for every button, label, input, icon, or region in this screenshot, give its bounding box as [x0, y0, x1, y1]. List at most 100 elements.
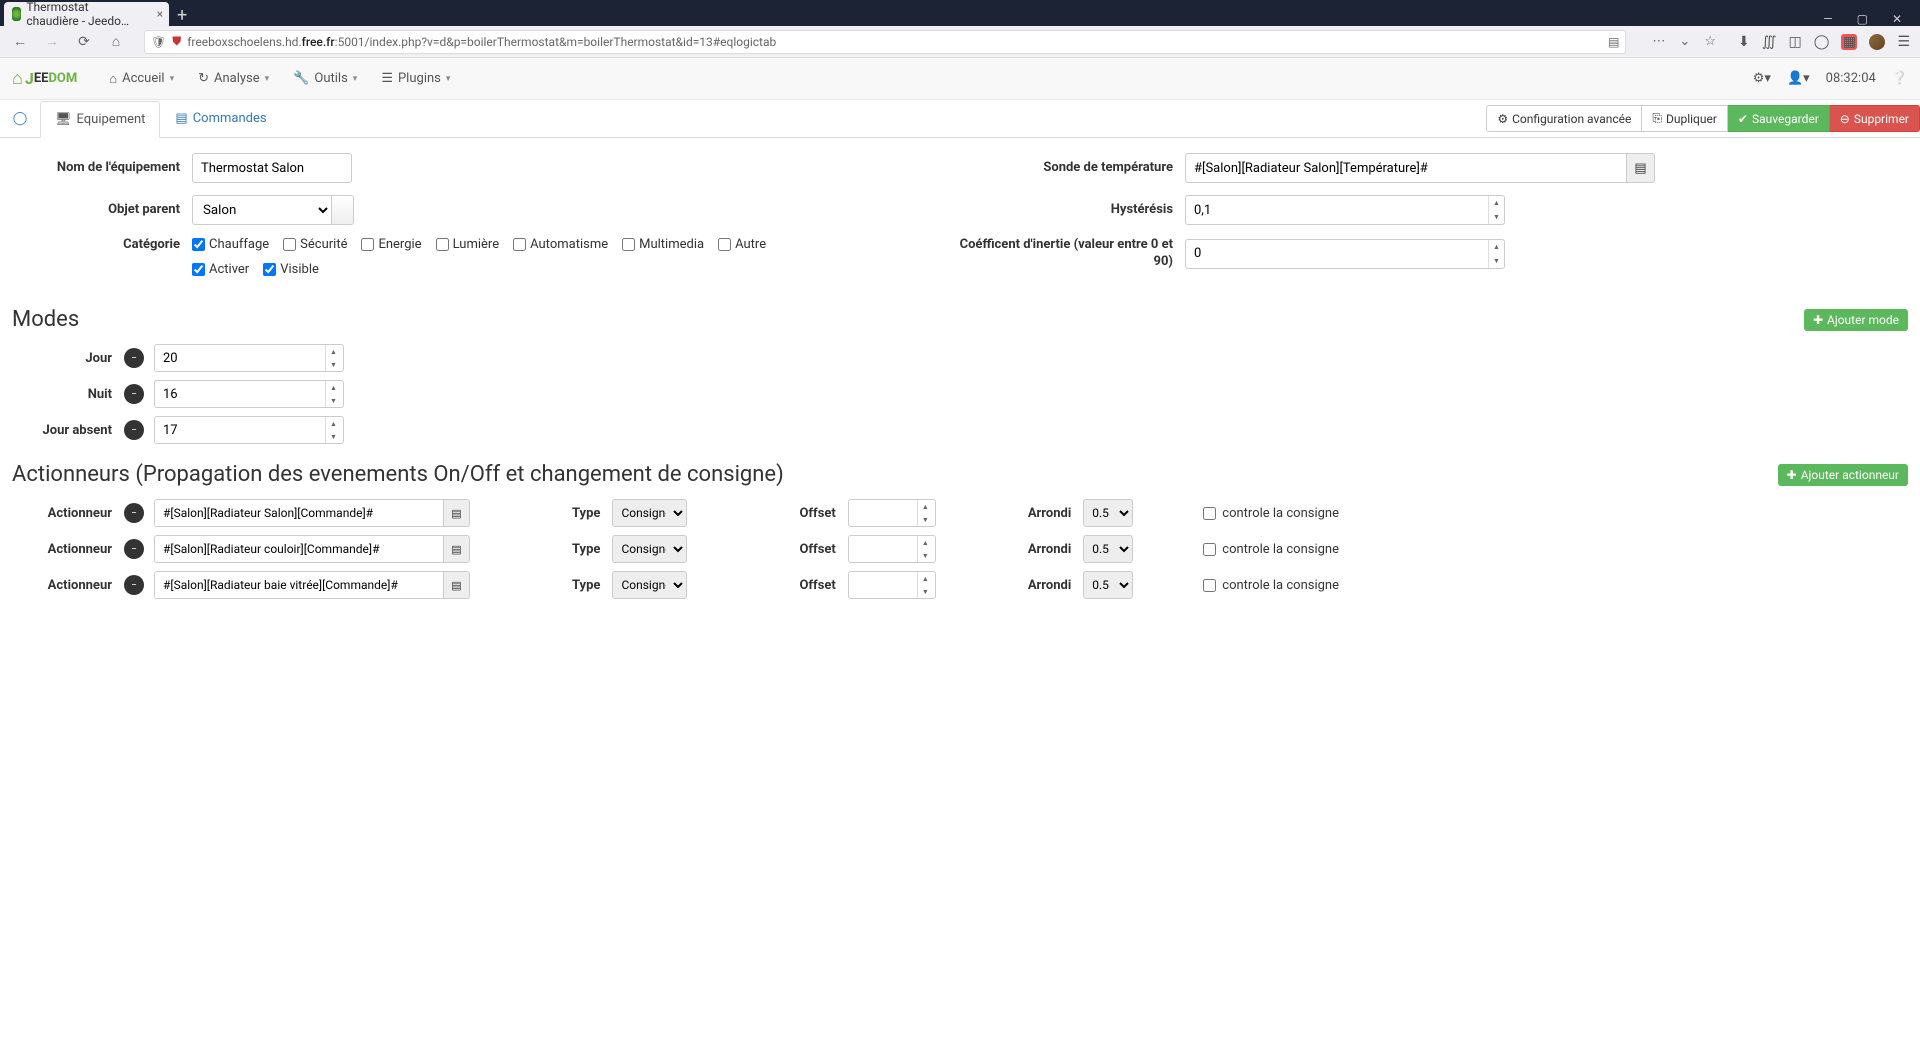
close-tab-icon[interactable]: ×	[157, 7, 163, 21]
mode-value-input[interactable]	[154, 380, 344, 408]
type-label: Type	[560, 542, 612, 557]
spin-down-icon[interactable]: ▼	[326, 430, 341, 443]
spin-down-icon[interactable]: ▼	[1489, 254, 1504, 268]
spin-down-icon[interactable]: ▼	[918, 513, 933, 526]
reload-button[interactable]: ⟳	[74, 32, 94, 52]
chk-securite[interactable]: Sécurité	[283, 237, 347, 252]
help-icon[interactable]: ❔	[1892, 71, 1908, 86]
actionneur-cmd-input[interactable]	[154, 571, 444, 599]
controle-checkbox[interactable]: controle la consigne	[1203, 578, 1339, 593]
window-controls: — ▢ ✕	[1823, 12, 1920, 26]
chk-activer[interactable]: Activer	[192, 262, 249, 277]
remove-mode-button[interactable]: −	[124, 420, 144, 440]
download-icon[interactable]: ⬇	[1738, 34, 1750, 50]
chk-automatisme[interactable]: Automatisme	[513, 237, 608, 252]
actionneur-row: Actionneur − ▤ Type Consigne Offset ▲▼ A…	[12, 535, 1908, 563]
type-select[interactable]: Consigne	[612, 499, 687, 527]
url-bar[interactable]: 🛡 ⛊ freeboxschoelens.hd.free.fr:5001/ind…	[144, 30, 1626, 54]
offset-label: Offset	[787, 578, 847, 593]
spin-down-icon[interactable]: ▼	[1489, 210, 1504, 224]
tab-title: Thermostat chaudière - Jeedo…	[26, 0, 139, 28]
back-to-list-button[interactable]: ◯	[0, 111, 40, 126]
actionneur-cmd-input[interactable]	[154, 535, 444, 563]
pocket-icon[interactable]: ⌄	[1679, 34, 1690, 49]
library-icon[interactable]: ∭	[1762, 34, 1777, 50]
select-objet-parent[interactable]: Salon	[192, 195, 332, 225]
spin-up-icon[interactable]: ▲	[918, 536, 933, 549]
chk-energie[interactable]: Energie	[361, 237, 421, 252]
ext-icon[interactable]: ▦	[1841, 34, 1857, 50]
arrondi-select[interactable]: 0.5	[1083, 535, 1133, 563]
select-dropdown-button[interactable]	[332, 195, 354, 225]
actionneur-picker-button[interactable]: ▤	[444, 499, 470, 527]
input-nom-equipement[interactable]	[192, 153, 352, 183]
remove-mode-button[interactable]: −	[124, 384, 144, 404]
mode-value-input[interactable]	[154, 344, 344, 372]
add-mode-button[interactable]: ✚Ajouter mode	[1804, 309, 1908, 331]
chk-lumiere[interactable]: Lumière	[436, 237, 500, 252]
actionneur-picker-button[interactable]: ▤	[444, 571, 470, 599]
spin-down-icon[interactable]: ▼	[326, 358, 341, 371]
nav-plugins[interactable]: ☰Plugins▾	[369, 71, 462, 86]
spin-down-icon[interactable]: ▼	[326, 394, 341, 407]
bookmark-icon[interactable]: ☆	[1704, 34, 1716, 49]
spin-up-icon[interactable]: ▲	[918, 572, 933, 585]
tab-equipement[interactable]: 🖥Equipement	[40, 101, 160, 138]
arrondi-select[interactable]: 0.5	[1083, 571, 1133, 599]
minimize-icon[interactable]: —	[1823, 12, 1832, 26]
type-select[interactable]: Consigne	[612, 535, 687, 563]
spin-up-icon[interactable]: ▲	[326, 381, 341, 394]
input-coefficient[interactable]	[1185, 239, 1505, 269]
remove-mode-button[interactable]: −	[124, 348, 144, 368]
spin-up-icon[interactable]: ▲	[918, 500, 933, 513]
mode-value-input[interactable]	[154, 416, 344, 444]
dupliquer-button[interactable]: ⎘Dupliquer	[1642, 105, 1728, 132]
forward-button[interactable]: →	[42, 32, 62, 52]
chk-chauffage[interactable]: Chauffage	[192, 237, 269, 252]
input-hysteresis[interactable]	[1185, 195, 1505, 225]
spin-up-icon[interactable]: ▲	[1489, 196, 1504, 210]
type-select[interactable]: Consigne	[612, 571, 687, 599]
user-icon[interactable]: 👤▾	[1787, 71, 1810, 86]
maximize-icon[interactable]: ▢	[1857, 12, 1868, 26]
more-icon[interactable]: ⋯	[1652, 34, 1665, 49]
browser-tab[interactable]: Thermostat chaudière - Jeedo… ×	[4, 2, 169, 26]
remove-actionneur-button[interactable]: −	[124, 503, 144, 523]
actionneur-cmd-input[interactable]	[154, 499, 444, 527]
menu-icon[interactable]: ☰	[1897, 34, 1910, 50]
spin-up-icon[interactable]: ▲	[1489, 240, 1504, 254]
new-tab-button[interactable]: +	[169, 6, 195, 26]
ublock-icon[interactable]: ◯	[1814, 34, 1830, 50]
add-actionneur-button[interactable]: ✚Ajouter actionneur	[1778, 464, 1908, 486]
reader-icon[interactable]: ▤	[1608, 35, 1619, 49]
controle-checkbox[interactable]: controle la consigne	[1203, 542, 1339, 557]
sauvegarder-button[interactable]: ✔Sauvegarder	[1728, 105, 1830, 132]
sidebar-icon[interactable]: ◫	[1789, 34, 1802, 50]
chk-autre[interactable]: Autre	[718, 237, 766, 252]
close-window-icon[interactable]: ✕	[1892, 12, 1902, 26]
controle-checkbox[interactable]: controle la consigne	[1203, 506, 1339, 521]
spin-down-icon[interactable]: ▼	[918, 585, 933, 598]
tab-commandes[interactable]: ▤Commandes	[160, 100, 281, 137]
chk-multimedia[interactable]: Multimedia	[622, 237, 704, 252]
home-button[interactable]: ⌂	[106, 32, 126, 52]
spin-up-icon[interactable]: ▲	[326, 417, 341, 430]
config-avancee-button[interactable]: ⚙Configuration avancée	[1486, 105, 1642, 132]
settings-icon[interactable]: ⚙▾	[1753, 71, 1771, 86]
nav-analyse[interactable]: ↻Analyse▾	[186, 71, 281, 86]
back-button[interactable]: ←	[10, 32, 30, 52]
input-sonde[interactable]	[1185, 153, 1627, 183]
remove-actionneur-button[interactable]: −	[124, 575, 144, 595]
supprimer-button[interactable]: ⊖Supprimer	[1830, 105, 1920, 132]
chk-visible[interactable]: Visible	[263, 262, 319, 277]
remove-actionneur-button[interactable]: −	[124, 539, 144, 559]
spin-down-icon[interactable]: ▼	[918, 549, 933, 562]
nav-accueil[interactable]: ⌂Accueil▾	[97, 71, 186, 87]
sonde-picker-button[interactable]: ▤	[1627, 153, 1655, 183]
nav-outils[interactable]: 🔧Outils▾	[281, 71, 369, 86]
actionneur-picker-button[interactable]: ▤	[444, 535, 470, 563]
spin-up-icon[interactable]: ▲	[326, 345, 341, 358]
profile-avatar[interactable]	[1869, 34, 1885, 50]
jeedom-logo[interactable]: ⌂ JEEDOM	[12, 68, 77, 89]
arrondi-select[interactable]: 0.5	[1083, 499, 1133, 527]
